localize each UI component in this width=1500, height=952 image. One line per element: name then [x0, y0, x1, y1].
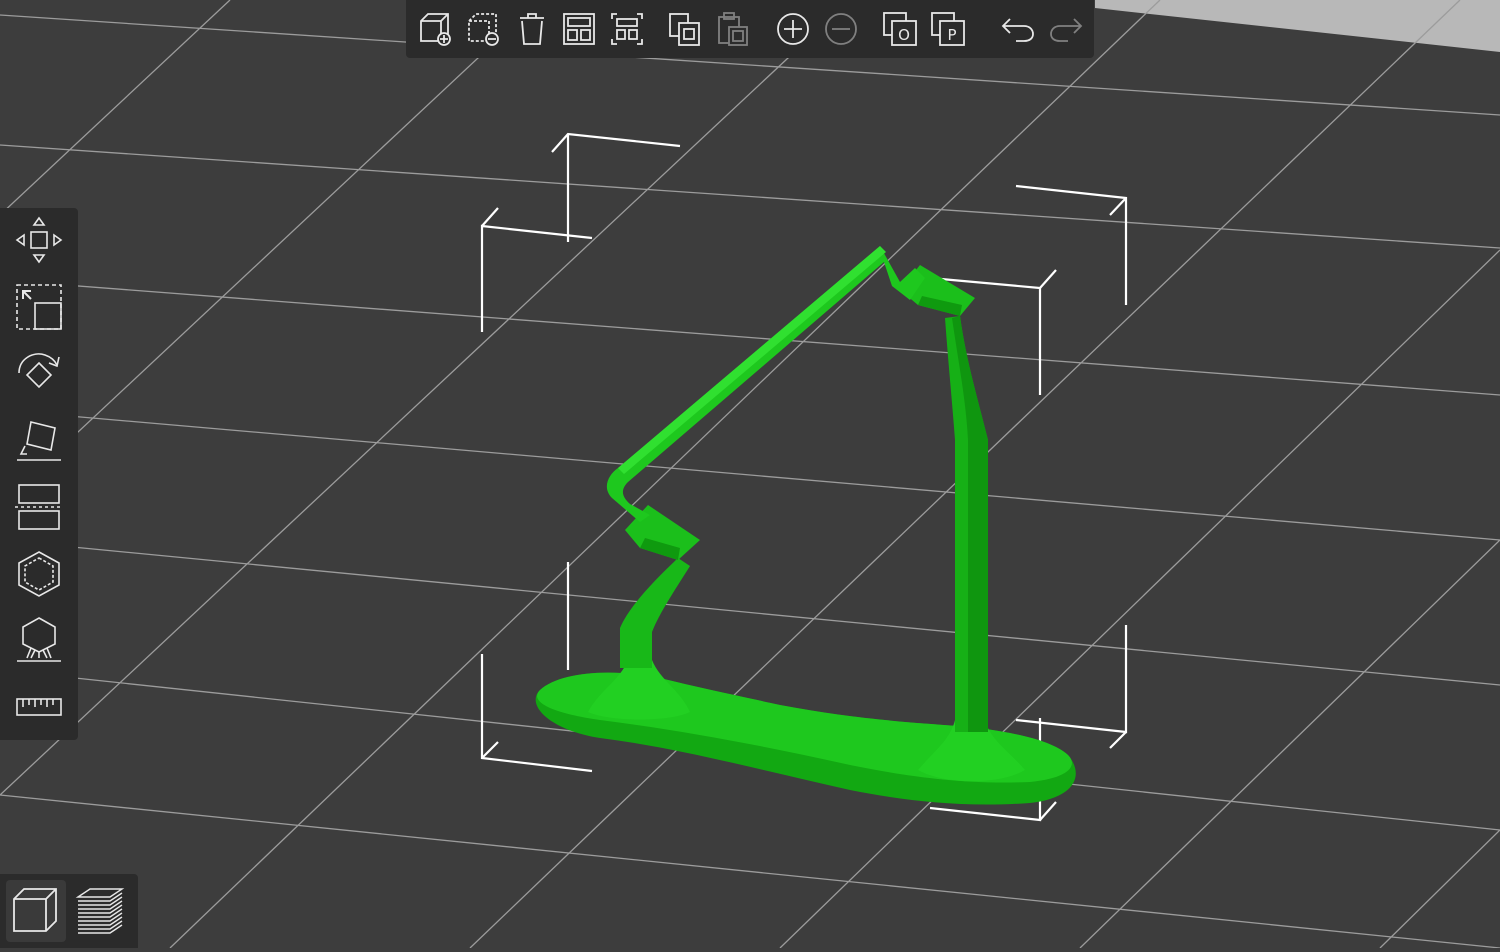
- rotate-icon: [18, 353, 60, 389]
- paste-button[interactable]: [711, 7, 755, 51]
- add-instance-button[interactable]: [771, 7, 815, 51]
- top-toolbar: O P: [406, 0, 1094, 58]
- arrange-button[interactable]: [557, 7, 601, 51]
- 3d-editor-view-icon: [13, 888, 57, 932]
- hollow-tool-button[interactable]: [11, 546, 67, 602]
- scene-canvas[interactable]: [0, 0, 1500, 949]
- bed-grid: [0, 0, 1500, 949]
- copy-icon: [669, 13, 700, 46]
- sla-support-points-tool-button[interactable]: [11, 612, 67, 668]
- redo-button[interactable]: [1044, 7, 1088, 51]
- move-tool-button[interactable]: [11, 212, 67, 268]
- 3d-viewport[interactable]: [0, 0, 1500, 949]
- paste-icon: [718, 12, 748, 46]
- scale-tool-button[interactable]: [11, 279, 67, 335]
- delete-object-button[interactable]: [462, 7, 506, 51]
- split-objects-letter: O: [898, 26, 910, 44]
- cut-tool-button[interactable]: [11, 479, 67, 535]
- 3d-editor-view-button[interactable]: [6, 880, 66, 942]
- bed-edge: [1095, 0, 1500, 52]
- place-on-face-tool-button[interactable]: [11, 412, 67, 468]
- preview-layers-icon: [75, 888, 125, 934]
- scale-icon: [16, 284, 62, 330]
- place-on-face-icon: [17, 421, 61, 461]
- split-to-parts-icon: P: [931, 12, 965, 46]
- remove-instance-button[interactable]: [819, 7, 863, 51]
- delete-object-icon: [468, 13, 499, 46]
- model-object[interactable]: [535, 246, 1076, 805]
- arrange-selection-icon: [611, 13, 643, 45]
- undo-button[interactable]: [996, 7, 1040, 51]
- arrange-icon: [563, 13, 595, 45]
- hollow-icon: [18, 551, 60, 597]
- split-to-parts-button[interactable]: P: [926, 7, 970, 51]
- delete-all-icon: [520, 13, 544, 45]
- undo-icon: [1001, 18, 1034, 42]
- add-instance-icon: [777, 13, 809, 45]
- add-object-icon: [420, 13, 451, 46]
- cut-icon: [15, 484, 63, 530]
- sla-support-points-icon: [17, 617, 61, 662]
- left-toolbar: [0, 208, 78, 740]
- split-to-objects-icon: O: [883, 12, 917, 46]
- arrange-selection-button[interactable]: [605, 7, 649, 51]
- copy-button[interactable]: [663, 7, 707, 51]
- delete-all-button[interactable]: [510, 7, 554, 51]
- view-switcher: [0, 874, 138, 948]
- split-parts-letter: P: [947, 26, 956, 44]
- remove-instance-icon: [825, 13, 857, 45]
- redo-icon: [1050, 18, 1083, 42]
- measure-icon: [16, 698, 62, 716]
- add-object-button[interactable]: [414, 7, 458, 51]
- move-icon: [15, 216, 63, 264]
- rotate-tool-button[interactable]: [11, 345, 67, 401]
- measure-tool-button[interactable]: [11, 679, 67, 735]
- preview-view-button[interactable]: [70, 880, 130, 942]
- split-to-objects-button[interactable]: O: [878, 7, 922, 51]
